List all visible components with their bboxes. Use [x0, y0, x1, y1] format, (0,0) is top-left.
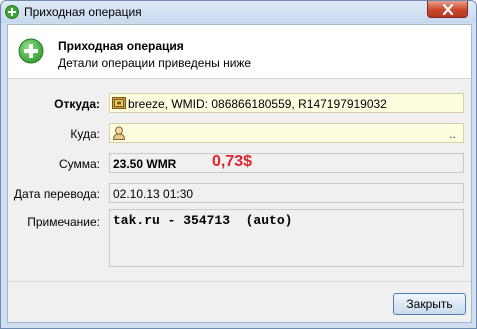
dialog-header: Приходная операция Детали операции приве…: [8, 25, 471, 79]
from-label: Откуда:: [54, 97, 100, 111]
window-title: Приходная операция: [24, 5, 142, 19]
dialog-body: Приходная операция Детали операции приве…: [7, 24, 472, 323]
window-close-button[interactable]: [427, 1, 468, 18]
to-field[interactable]: ..: [109, 123, 464, 143]
header-subtitle: Детали операции приведены ниже: [58, 56, 252, 70]
plus-circle-icon: [5, 5, 19, 19]
to-label: Куда:: [70, 127, 100, 141]
user-icon: [112, 126, 126, 140]
plus-circle-icon: [18, 38, 44, 64]
amount-value: 23.50 WMR: [113, 157, 177, 171]
note-label: Примечание:: [27, 215, 100, 229]
to-trailing: ..: [449, 127, 456, 141]
from-field[interactable]: breeze, WMID: 086866180559, R14719791903…: [109, 93, 464, 113]
header-title: Приходная операция: [58, 39, 184, 53]
divider: [8, 281, 471, 282]
close-button[interactable]: Закрыть: [393, 293, 466, 315]
from-value: breeze, WMID: 086866180559, R14719791903…: [128, 97, 387, 111]
amount-annotation: 0,73$: [212, 153, 253, 170]
note-field[interactable]: tak.ru - 354713 (auto): [109, 209, 464, 267]
amount-label: Сумма:: [58, 157, 100, 171]
date-value: 02.10.13 01:30: [113, 187, 194, 201]
note-value: tak.ru - 354713 (auto): [113, 213, 293, 228]
wallet-icon: [112, 97, 126, 109]
transaction-dialog: Приходная операция Приходная операция Де…: [0, 0, 477, 329]
date-label: Дата перевода:: [13, 187, 100, 201]
close-icon: [442, 4, 454, 15]
date-field: 02.10.13 01:30: [109, 183, 464, 203]
amount-field: 23.50 WMR: [109, 153, 464, 173]
title-bar[interactable]: Приходная операция: [1, 1, 476, 23]
